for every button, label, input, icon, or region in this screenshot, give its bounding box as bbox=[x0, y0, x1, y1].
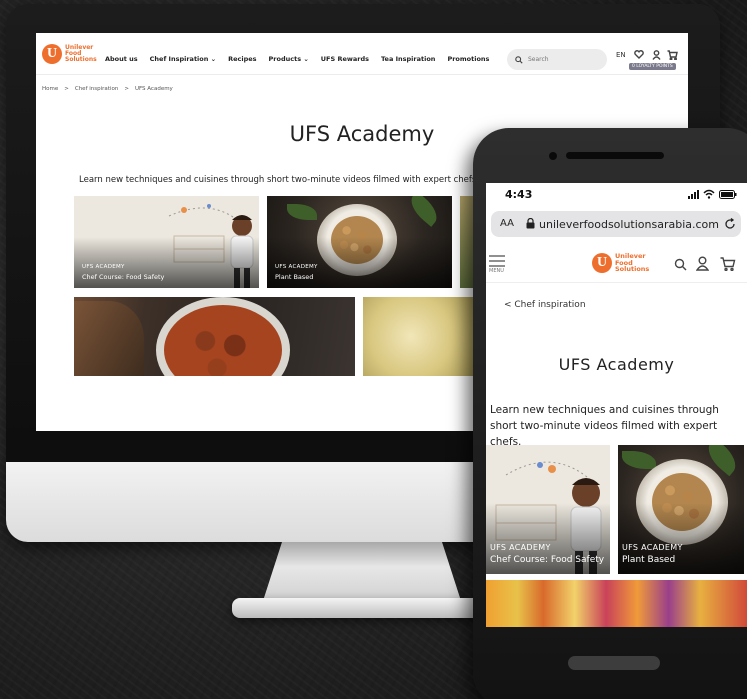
monitor-stand-base bbox=[232, 598, 494, 618]
main-nav: About us Chef Inspiration ⌄ Recipes Prod… bbox=[105, 55, 501, 63]
wifi-icon bbox=[703, 189, 715, 199]
card-title: Chef Course: Food Safety bbox=[82, 273, 165, 281]
card-pasta[interactable] bbox=[363, 297, 483, 376]
mobile-brand-logo[interactable]: U Unilever Food Solutions bbox=[592, 253, 649, 273]
cart-icon[interactable] bbox=[720, 257, 736, 271]
address-url[interactable]: unileverfoodsolutionsarabia.com bbox=[539, 218, 719, 231]
card-food-safety[interactable]: UFS ACADEMY Chef Course: Food Safety bbox=[74, 196, 259, 288]
card-plant-based[interactable]: UFS ACADEMY Plant Based bbox=[267, 196, 452, 288]
breadcrumb-home[interactable]: Home bbox=[42, 86, 58, 92]
stew-bowl bbox=[164, 305, 282, 376]
brand-wordmark: Unilever Food Solutions bbox=[615, 253, 649, 273]
brand-line-3: Solutions bbox=[615, 265, 650, 274]
leaf-decoration bbox=[622, 451, 656, 469]
cart-icon[interactable] bbox=[667, 50, 678, 60]
brand-line-3: Solutions bbox=[65, 56, 97, 63]
mobile-screen: 4:43 AA unileverfoodsolutionsarabia.com … bbox=[486, 183, 747, 627]
phone-home-bar bbox=[568, 656, 660, 670]
nav-products[interactable]: Products ⌄ bbox=[269, 55, 309, 63]
breadcrumb: Home > Chef inspiration > UFS Academy bbox=[42, 86, 179, 92]
nav-promotions[interactable]: Promotions bbox=[447, 55, 489, 63]
front-camera bbox=[549, 152, 557, 160]
signal-icon bbox=[688, 190, 699, 199]
mobile-card-carrots[interactable] bbox=[486, 580, 747, 627]
wooden-board bbox=[74, 301, 144, 376]
mobile-page-description: Learn new techniques and cuisines throug… bbox=[490, 404, 719, 448]
card-kicker: UFS ACADEMY bbox=[82, 264, 125, 270]
user-icon[interactable] bbox=[652, 50, 661, 60]
card-kicker: UFS ACADEMY bbox=[622, 543, 683, 552]
leaf-decoration bbox=[287, 204, 317, 220]
lock-icon bbox=[526, 218, 535, 229]
breadcrumb-current: UFS Academy bbox=[134, 86, 173, 92]
reload-icon[interactable] bbox=[724, 218, 736, 230]
hamburger-icon[interactable] bbox=[489, 255, 505, 267]
breadcrumb-chef-inspiration[interactable]: Chef inspiration bbox=[75, 86, 118, 92]
monitor-stand-neck bbox=[262, 542, 462, 604]
desktop-header: U Unilever Food Solutions About us Chef … bbox=[36, 33, 688, 75]
page-description: Learn new techniques and cuisines throug… bbox=[79, 175, 480, 185]
menu-label: MENU bbox=[489, 268, 504, 274]
reader-aa-button[interactable]: AA bbox=[500, 218, 514, 229]
status-bar: 4:43 bbox=[486, 183, 747, 207]
desktop-search-input[interactable] bbox=[528, 56, 598, 63]
nav-ufs-rewards[interactable]: UFS Rewards bbox=[321, 55, 369, 63]
unilever-u-icon: U bbox=[42, 44, 62, 64]
mobile-card-food-safety[interactable]: UFS ACADEMY Chef Course: Food Safety bbox=[486, 445, 610, 574]
browser-address-bar[interactable]: AA unileverfoodsolutionsarabia.com bbox=[491, 211, 741, 237]
mobile-header: MENU U Unilever Food Solutions bbox=[486, 245, 747, 283]
back-link-chef-inspiration[interactable]: < Chef inspiration bbox=[504, 300, 586, 310]
phone-speaker bbox=[566, 152, 664, 159]
breadcrumb-separator: > bbox=[124, 86, 129, 92]
search-icon bbox=[515, 55, 523, 64]
heart-icon[interactable] bbox=[634, 50, 644, 59]
status-time: 4:43 bbox=[505, 188, 533, 201]
search-icon[interactable] bbox=[674, 258, 687, 271]
unilever-u-icon: U bbox=[592, 253, 612, 273]
card-stew[interactable] bbox=[74, 297, 355, 376]
battery-icon bbox=[719, 190, 737, 199]
leaf-decoration bbox=[405, 196, 443, 227]
card-kicker: UFS ACADEMY bbox=[490, 543, 551, 552]
card-kicker: UFS ACADEMY bbox=[275, 264, 318, 270]
desktop-search-box[interactable] bbox=[507, 49, 607, 70]
user-icon[interactable] bbox=[696, 256, 709, 271]
breadcrumb-separator: > bbox=[64, 86, 69, 92]
card-title: Chef Course: Food Safety bbox=[490, 555, 605, 565]
brand-wordmark: Unilever Food Solutions bbox=[65, 45, 97, 63]
mobile-page-title: UFS Academy bbox=[558, 355, 675, 374]
loyalty-points-badge[interactable]: 0 LOYALTY POINTS bbox=[629, 63, 676, 70]
nav-chef-inspiration[interactable]: Chef Inspiration ⌄ bbox=[150, 55, 216, 63]
card-title: Plant Based bbox=[622, 555, 676, 565]
nav-about-us[interactable]: About us bbox=[105, 55, 138, 63]
mobile-card-plant-based[interactable]: UFS ACADEMY Plant Based bbox=[618, 445, 744, 574]
nav-tea-inspiration[interactable]: Tea Inspiration bbox=[381, 55, 435, 63]
language-switcher[interactable]: EN bbox=[616, 51, 626, 59]
brand-logo[interactable]: U Unilever Food Solutions bbox=[42, 44, 97, 64]
card-title: Plant Based bbox=[275, 273, 314, 281]
nav-recipes[interactable]: Recipes bbox=[228, 55, 256, 63]
